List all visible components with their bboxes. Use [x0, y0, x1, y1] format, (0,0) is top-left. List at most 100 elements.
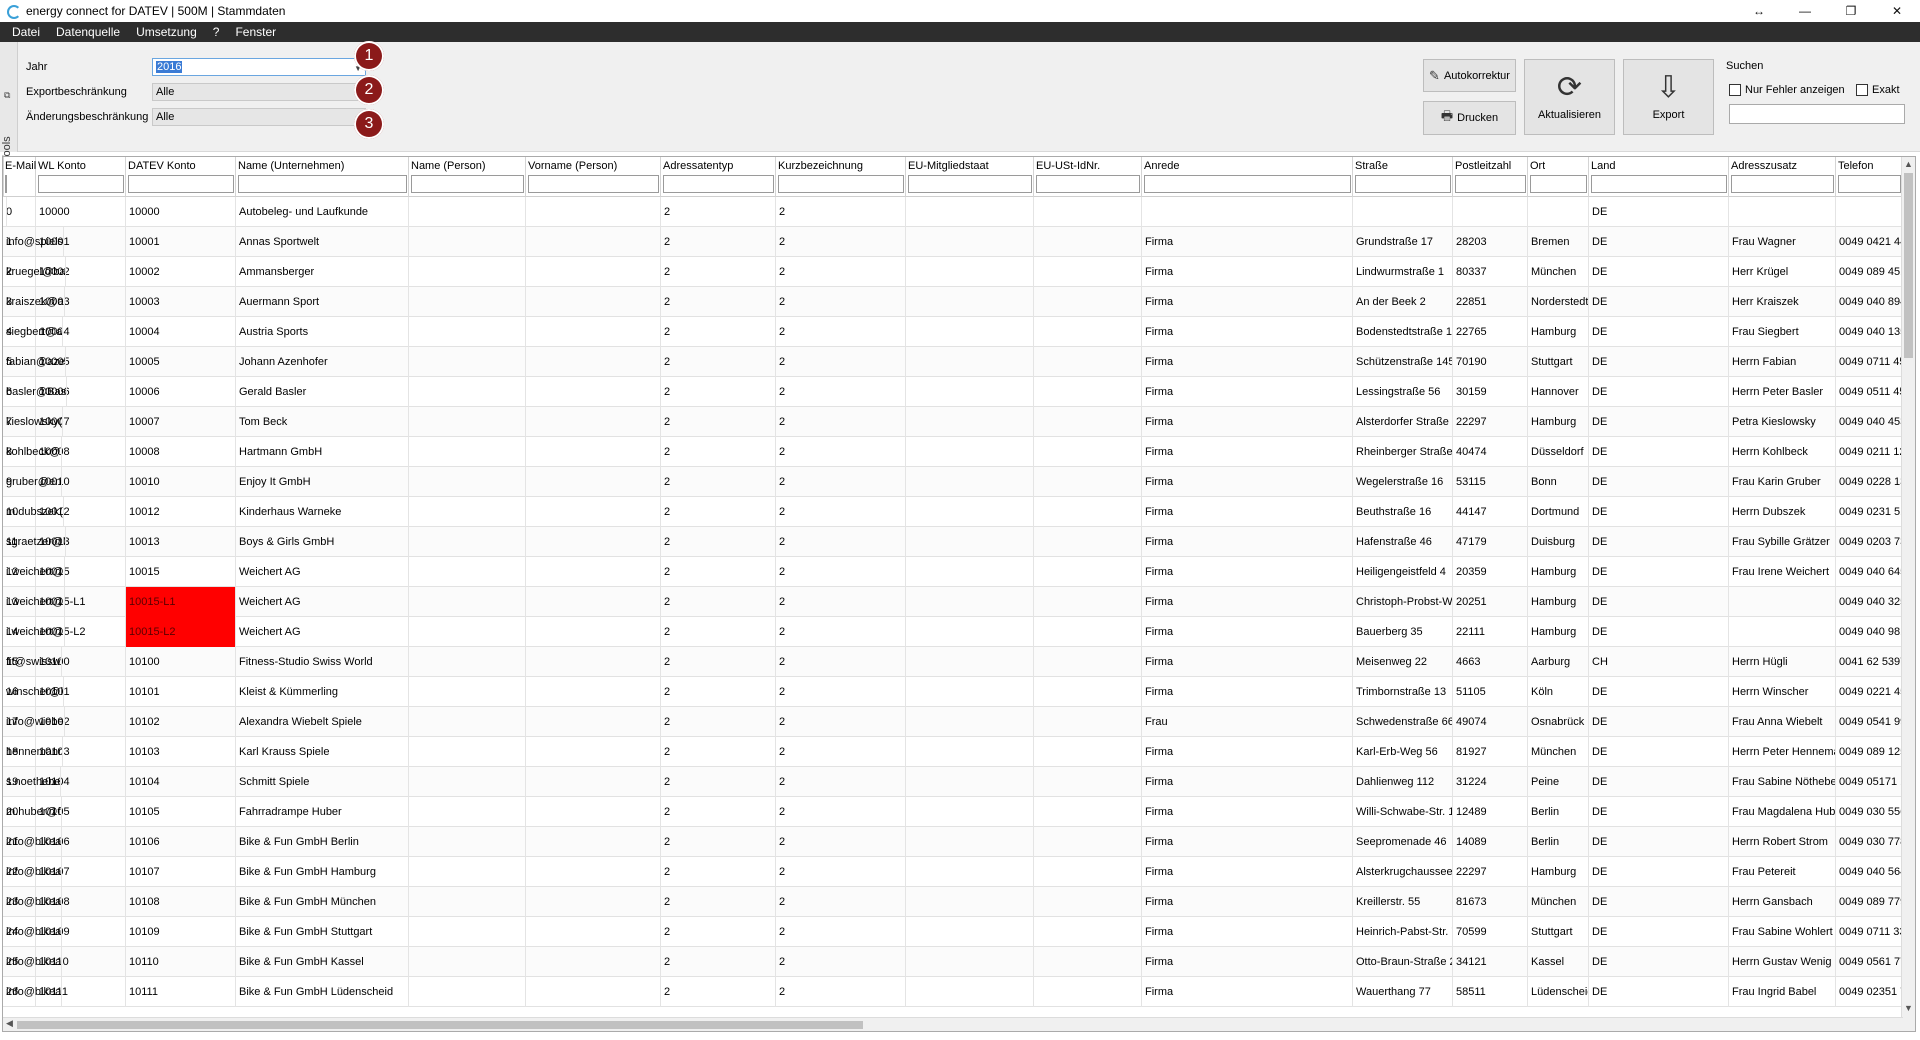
table-cell[interactable]: Wauerthang 77 — [1353, 977, 1453, 1007]
table-cell[interactable]: DE — [1589, 557, 1729, 587]
table-cell[interactable] — [409, 617, 526, 647]
table-cell[interactable]: Willi-Schwabe-Str. 15 — [1353, 797, 1453, 827]
column-filter-input[interactable] — [5, 175, 7, 193]
table-cell[interactable] — [526, 917, 661, 947]
table-row[interactable]: 20 10105 10105 Fahrradrampe Huber 2 2 Firma Wil… — [3, 797, 1903, 827]
table-row[interactable]: 25 10110 10110 Bike & Fun GmbH Kassel 2 2 Firm… — [3, 947, 1903, 977]
table-cell[interactable]: 10102 — [126, 707, 236, 737]
table-cell[interactable] — [409, 197, 526, 227]
table-cell[interactable]: s.noethebe — [3, 767, 62, 797]
refresh-button[interactable]: ⟳ Aktualisieren — [1524, 59, 1615, 135]
table-cell[interactable]: 2 — [776, 677, 906, 707]
table-cell[interactable]: Köln — [1528, 677, 1589, 707]
table-cell[interactable]: Hartmann GmbH — [236, 437, 409, 467]
table-cell[interactable]: 0049 040 6455-0 — [1836, 557, 1903, 587]
table-cell[interactable]: Weichert AG — [236, 587, 409, 617]
table-cell[interactable]: Firma — [1142, 287, 1353, 317]
table-row[interactable]: 19 10104 10104 Schmitt Spiele 2 2 Firma Dahlien… — [3, 767, 1903, 797]
table-cell[interactable]: 2 — [776, 257, 906, 287]
table-cell[interactable]: DE — [1589, 707, 1729, 737]
table-cell[interactable]: 2 — [776, 287, 906, 317]
year-combobox[interactable]: 2016 ▼ — [152, 58, 366, 76]
table-cell[interactable]: Bike & Fun GmbH Lüdenscheid — [236, 977, 409, 1007]
table-row[interactable]: 8 10008 10008 Hartmann GmbH 2 2 Firma Rheinberg… — [3, 437, 1903, 467]
table-cell[interactable] — [409, 917, 526, 947]
column-filter-input[interactable] — [1591, 175, 1727, 193]
table-row[interactable]: 3 10003 10003 Auermann Sport 2 2 Firma An der B… — [3, 287, 1903, 317]
table-cell[interactable]: basler@Bas — [3, 377, 68, 407]
table-cell[interactable]: 2 — [776, 707, 906, 737]
table-cell[interactable]: Norderstedt — [1528, 287, 1589, 317]
table-cell[interactable]: Boys & Girls GmbH — [236, 527, 409, 557]
table-row[interactable]: 4 10004 10004 Austria Sports 2 2 Firma Bodenste… — [3, 317, 1903, 347]
table-cell[interactable]: 2 — [776, 647, 906, 677]
table-cell[interactable]: Stuttgart — [1528, 917, 1589, 947]
table-cell[interactable]: Enjoy It GmbH — [236, 467, 409, 497]
table-cell[interactable] — [906, 947, 1034, 977]
table-cell[interactable]: 0049 040 1356485 — [1836, 317, 1903, 347]
vertical-scroll-thumb[interactable] — [1904, 173, 1913, 358]
table-cell[interactable] — [906, 587, 1034, 617]
table-row[interactable]: 22 10107 10107 Bike & Fun GmbH Hamburg 2 2 Fir… — [3, 857, 1903, 887]
menu-datenquelle[interactable]: Datenquelle — [48, 22, 128, 42]
table-cell[interactable]: Firma — [1142, 497, 1353, 527]
table-cell[interactable]: DE — [1589, 737, 1729, 767]
checkbox-box[interactable] — [1856, 84, 1868, 96]
table-cell[interactable]: An der Beek 2 — [1353, 287, 1453, 317]
table-cell[interactable] — [906, 557, 1034, 587]
table-cell[interactable]: 0049 089 125865 — [1836, 737, 1903, 767]
table-cell[interactable]: Bike & Fun GmbH Stuttgart — [236, 917, 409, 947]
table-cell[interactable] — [409, 407, 526, 437]
table-cell[interactable]: winscher@l — [3, 677, 65, 707]
table-cell[interactable]: 10006 — [126, 377, 236, 407]
table-cell[interactable] — [409, 527, 526, 557]
table-cell[interactable]: 2 — [661, 947, 776, 977]
table-cell[interactable] — [906, 917, 1034, 947]
table-cell[interactable]: Firma — [1142, 947, 1353, 977]
table-cell[interactable]: 10015 — [126, 557, 236, 587]
table-cell[interactable]: siegbert@a — [3, 317, 64, 347]
column-header[interactable]: Kurzbezeichnung — [776, 157, 906, 197]
table-cell[interactable]: Alsterdorfer Straße 76 — [1353, 407, 1453, 437]
table-cell[interactable]: kruegel@ba — [3, 257, 67, 287]
table-cell[interactable]: m.dubszek( — [3, 497, 64, 527]
table-cell[interactable] — [526, 527, 661, 557]
table-cell[interactable] — [1836, 197, 1903, 227]
table-cell[interactable]: 2 — [661, 227, 776, 257]
table-cell[interactable]: Herrn Peter Basler — [1729, 377, 1836, 407]
table-cell[interactable]: Frau Sabine Wohlert — [1729, 917, 1836, 947]
column-filter-input[interactable] — [1838, 175, 1901, 193]
table-cell[interactable]: 2 — [776, 227, 906, 257]
table-cell[interactable]: Petra Kieslowsky — [1729, 407, 1836, 437]
table-cell[interactable] — [1034, 827, 1142, 857]
table-row[interactable]: 11 10013 10013 Boys & Girls GmbH 2 2 Firma Hafe… — [3, 527, 1903, 557]
table-cell[interactable]: Frau Magdalena Huber — [1729, 797, 1836, 827]
table-cell[interactable]: DE — [1589, 407, 1729, 437]
table-cell[interactable] — [409, 767, 526, 797]
table-cell[interactable]: Frau Petereit — [1729, 857, 1836, 887]
table-cell[interactable]: 0049 040 89462 — [1836, 287, 1903, 317]
table-cell[interactable] — [526, 347, 661, 377]
table-cell[interactable]: Düsseldorf — [1528, 437, 1589, 467]
table-cell[interactable] — [1034, 287, 1142, 317]
column-filter-input[interactable] — [1455, 175, 1526, 193]
table-cell[interactable]: DE — [1589, 827, 1729, 857]
table-cell[interactable]: 10109 — [126, 917, 236, 947]
table-cell[interactable]: 10015-L1 — [126, 587, 236, 617]
table-cell[interactable]: Herrn Peter Hennemann — [1729, 737, 1836, 767]
table-cell[interactable]: Hamburg — [1528, 317, 1589, 347]
table-cell[interactable]: i.weichert@ — [3, 617, 65, 647]
table-cell[interactable]: 0049 030 77865-21 — [1836, 827, 1903, 857]
table-cell[interactable]: Berlin — [1528, 797, 1589, 827]
table-cell[interactable]: hennemanr — [3, 737, 63, 767]
table-cell[interactable] — [526, 467, 661, 497]
table-cell[interactable]: 47179 — [1453, 527, 1528, 557]
table-cell[interactable]: 2 — [661, 827, 776, 857]
table-cell[interactable]: Fahrradrampe Huber — [236, 797, 409, 827]
table-cell[interactable]: 2 — [661, 617, 776, 647]
table-cell[interactable] — [409, 707, 526, 737]
table-row[interactable]: 5 10005 10005 Johann Azenhofer 2 2 Firma Schütz… — [3, 347, 1903, 377]
table-cell[interactable]: Firma — [1142, 737, 1353, 767]
table-row[interactable]: 10 10012 10012 Kinderhaus Warneke 2 2 Firma Beu… — [3, 497, 1903, 527]
table-cell[interactable]: 2 — [776, 377, 906, 407]
